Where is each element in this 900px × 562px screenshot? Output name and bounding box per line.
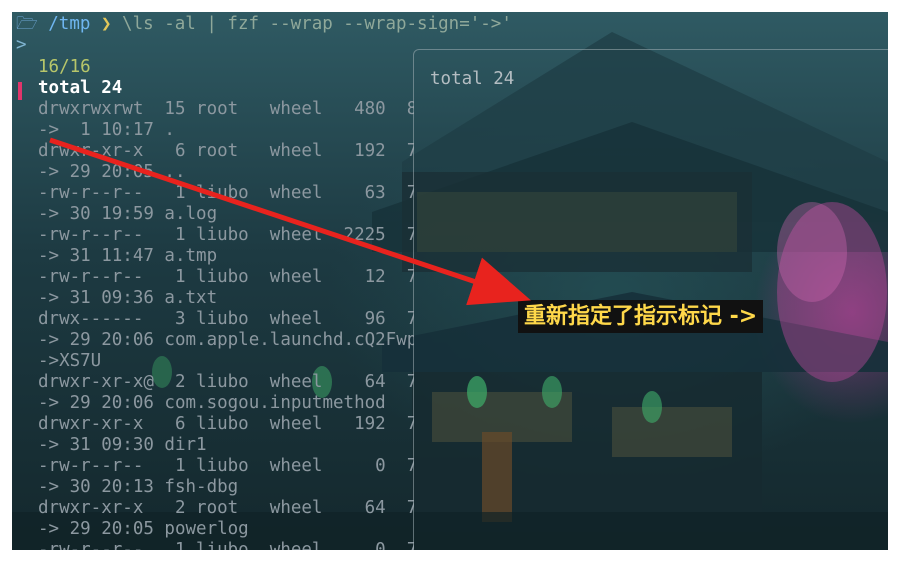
annotation-arrow	[49, 137, 531, 306]
terminal-window: 🗁 /tmp ❯ \ls -al | fzf --wrap --wrap-sig…	[12, 12, 888, 550]
arrow-line	[49, 137, 531, 306]
